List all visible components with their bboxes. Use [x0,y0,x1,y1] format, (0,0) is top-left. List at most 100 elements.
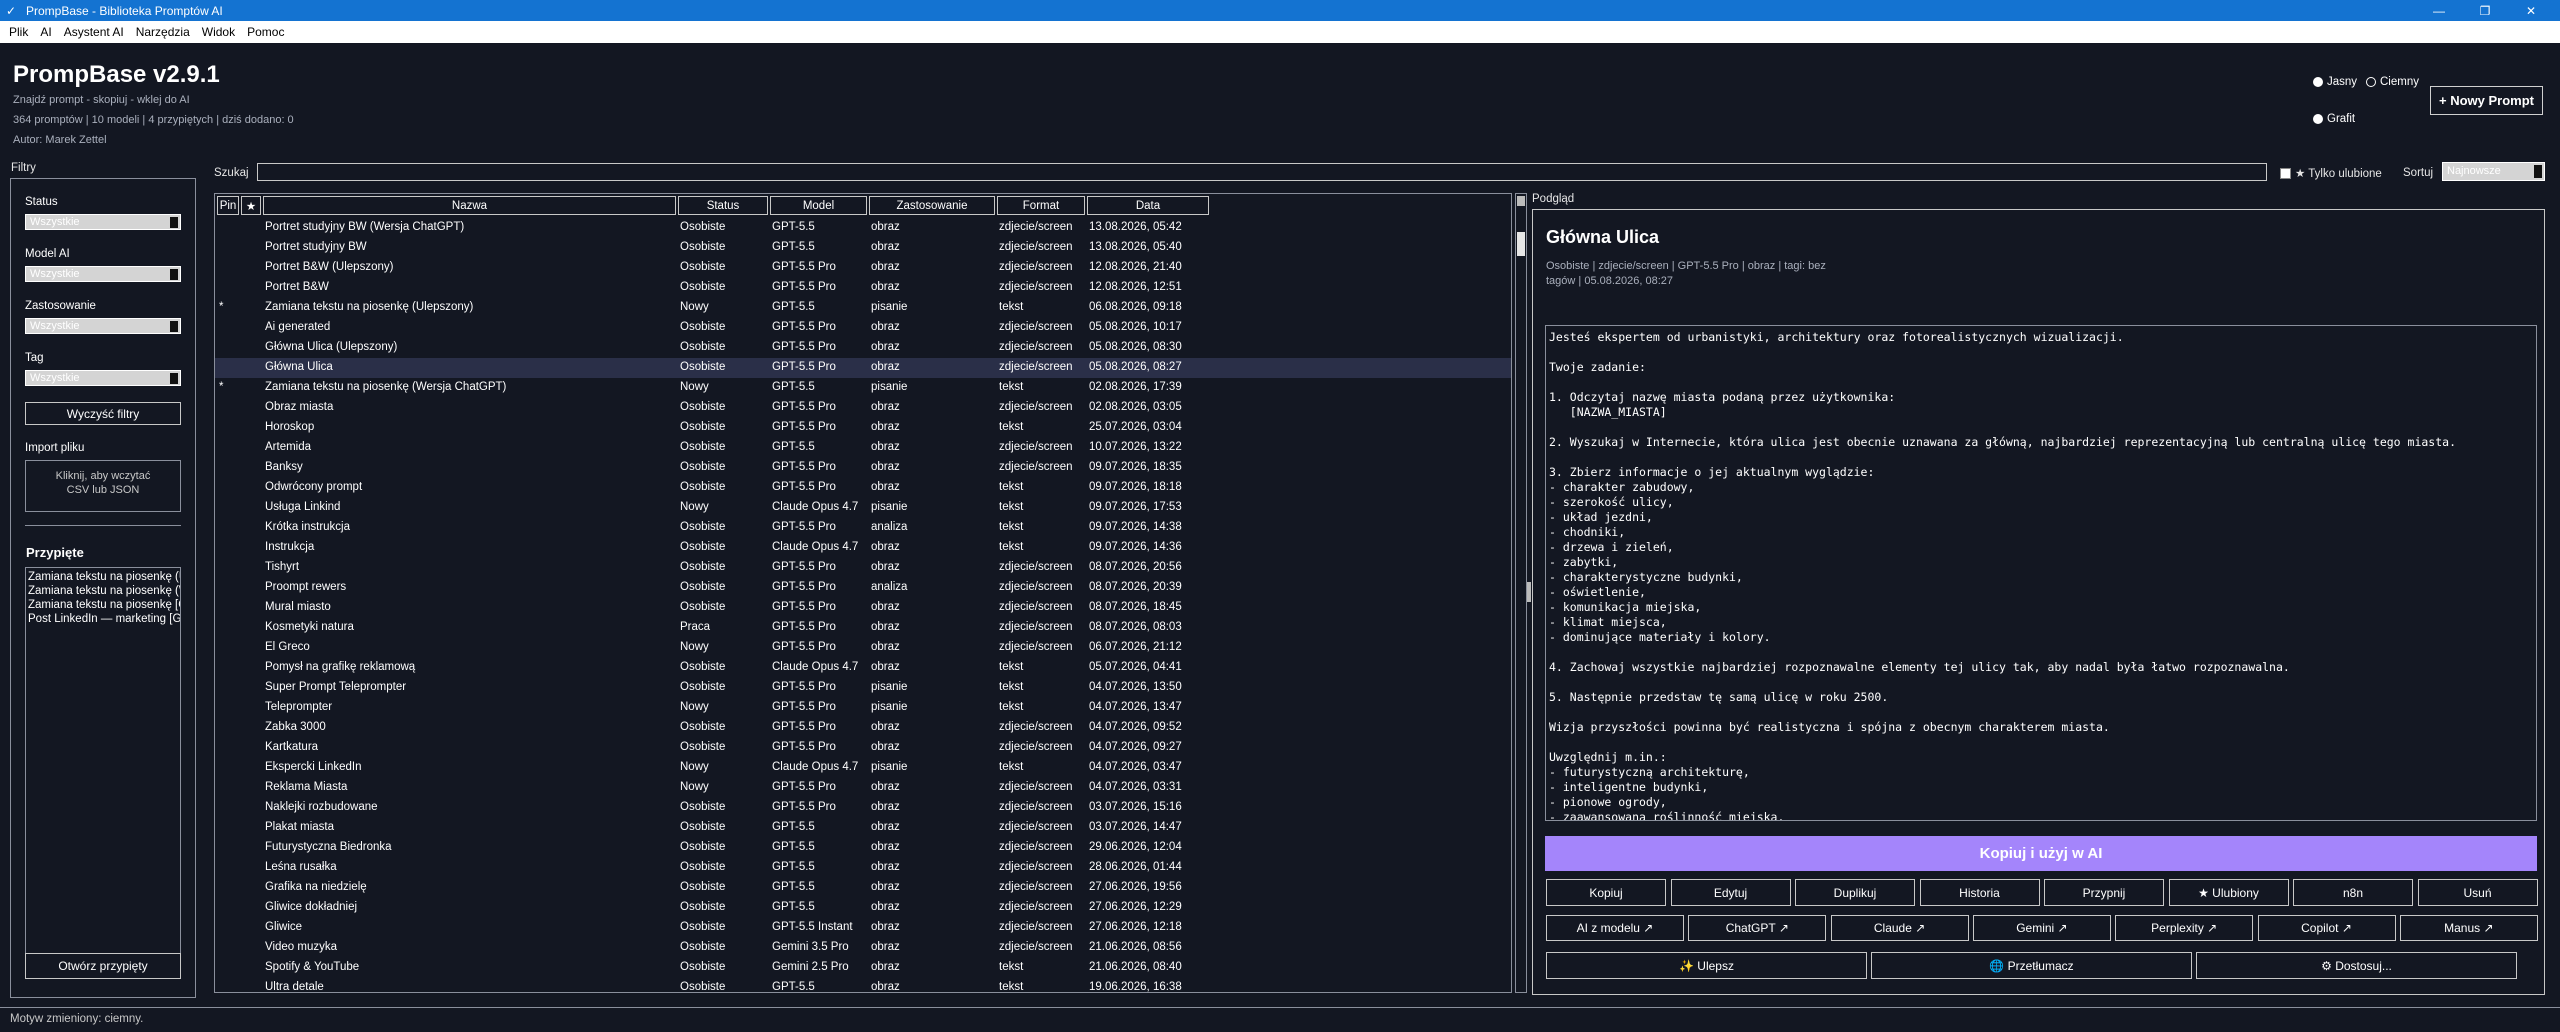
table-row[interactable]: Video muzyka Osobiste Gemini 3.5 Pro obraz z… [215,938,1511,958]
table-row[interactable]: Pomysł na grafikę reklamową Osobiste Claud… [215,658,1511,678]
table-row[interactable]: Portret studyjny BW Osobiste GPT-5.5 obraz z… [215,238,1511,258]
table-row[interactable]: Żabka 3000 Osobiste GPT-5.5 Pro obraz zdjeci… [215,718,1511,738]
table-row[interactable]: * Zamiana tekstu na piosenkę (Ulepszony) N… [215,298,1511,318]
table-row[interactable]: Portret B&W (Ulepszony) Osobiste GPT-5.5 P… [215,258,1511,278]
pane-splitter[interactable] [1527,582,1531,602]
ai-model-link-button[interactable]: AI z modelu ↗ [1546,915,1684,941]
col-favorite[interactable]: ★ [241,196,261,215]
scroll-up-arrow[interactable] [1517,196,1525,206]
menu-assistant[interactable]: Asystent AI [59,25,129,39]
table-row[interactable]: Horoskop Osobiste GPT-5.5 Pro obraz tekst 25.… [215,418,1511,438]
table-scrollbar[interactable] [1515,193,1527,993]
menu-tools[interactable]: Narzędzia [131,25,195,39]
menu-help[interactable]: Pomoc [242,25,289,39]
gemini-link-button[interactable]: Gemini ↗ [1972,915,2111,941]
menu-file[interactable]: Plik [4,25,33,39]
table-row[interactable]: * Zamiana tekstu na piosenkę (Wersja Chat… [215,378,1511,398]
pinned-item[interactable]: Zamiana tekstu na piosenkę [GPT-5.5] [26,598,180,612]
copilot-link-button[interactable]: Copilot ↗ [2257,915,2396,941]
search-input[interactable] [257,163,2267,181]
close-icon[interactable]: ✕ [2508,0,2554,21]
delete-button[interactable]: Usuń [2417,879,2538,906]
sort-select[interactable]: Najnowsze [2442,162,2545,181]
table-row[interactable]: Grafika na niedzielę Osobiste GPT-5.5 obraz… [215,878,1511,898]
customize-button[interactable]: ⚙ Dostosuj... [2196,952,2517,979]
perplexity-link-button[interactable]: Perplexity ↗ [2115,915,2254,941]
table-row[interactable]: Główna Ulica (Ulepszony) Osobiste GPT-5.5 … [215,338,1511,358]
table-row[interactable]: Główna Ulica Osobiste GPT-5.5 Pro obraz zdje… [215,358,1511,378]
use-filter-select[interactable]: Wszystkie [25,318,181,334]
col-name[interactable]: Nazwa [263,196,676,215]
favorite-button[interactable]: ★ Ulubiony [2168,879,2289,906]
table-row[interactable]: Tishyrt Osobiste GPT-5.5 Pro obraz zdjecie/s… [215,558,1511,578]
table-row[interactable]: Artemida Osobiste GPT-5.5 obraz zdjecie/scre… [215,438,1511,458]
scrollbar-thumb[interactable] [1517,232,1525,256]
table-row[interactable]: Mural miasto Osobiste GPT-5.5 Pro obraz zdje… [215,598,1511,618]
table-row[interactable]: Leśna rusałka Osobiste GPT-5.5 obraz zdjecie… [215,858,1511,878]
maximize-icon[interactable]: ❐ [2462,0,2508,21]
table-row[interactable]: Gliwice dokładniej Osobiste GPT-5.5 obraz zd… [215,898,1511,918]
table-row[interactable]: Ai generated Osobiste GPT-5.5 Pro obraz zdje… [215,318,1511,338]
table-row[interactable]: Ultra detale Osobiste GPT-5.5 obraz tekst 19.… [215,978,1511,992]
theme-light-radio[interactable]: Jasny [2313,76,2357,88]
improve-button[interactable]: ✨ Ulepsz [1546,952,1867,979]
cell-use: obraz [871,881,900,893]
theme-graphite-radio[interactable]: Grafit [2313,113,2355,125]
table-row[interactable]: Instrukcja Osobiste Claude Opus 4.7 obraz te… [215,538,1511,558]
import-dropzone[interactable]: Kliknij, aby wczytać CSV lub JSON [25,460,181,512]
col-date[interactable]: Data [1087,196,1209,215]
open-pinned-button[interactable]: Otwórz przypięty [25,953,181,979]
table-row[interactable]: Obraz miasta Osobiste GPT-5.5 Pro obraz zdje… [215,398,1511,418]
table-row[interactable]: Gliwice Osobiste GPT-5.5 Instant obraz zdjec… [215,918,1511,938]
theme-dark-radio[interactable]: Ciemny [2366,76,2419,88]
table-row[interactable]: Spotify & YouTube Osobiste Gemini 2.5 Pro o… [215,958,1511,978]
minimize-icon[interactable]: — [2416,0,2462,21]
menu-ai[interactable]: AI [35,25,56,39]
table-row[interactable]: El Greco Nowy GPT-5.5 Pro obraz zdjecie/scre… [215,638,1511,658]
col-use[interactable]: Zastosowanie [869,196,995,215]
table-row[interactable]: Proompt rewers Osobiste GPT-5.5 Pro analiza… [215,578,1511,598]
table-row[interactable]: Usługa Linkind Nowy Claude Opus 4.7 pisanie… [215,498,1511,518]
pinned-item[interactable]: Zamiana tekstu na piosenkę (Ulepszony) [26,570,180,584]
clear-filters-button[interactable]: Wyczyść filtry [25,402,181,425]
col-status[interactable]: Status [678,196,768,215]
translate-button[interactable]: 🌐 Przetłumacz [1871,952,2192,979]
favorites-only-checkbox[interactable]: ★ Tylko ulubione [2280,166,2382,180]
col-pin[interactable]: Pin [217,196,239,215]
table-row[interactable]: Ekspercki LinkedIn Nowy Claude Opus 4.7 pis… [215,758,1511,778]
claude-link-button[interactable]: Claude ↗ [1830,915,1969,941]
col-model[interactable]: Model [770,196,867,215]
model-filter-select[interactable]: Wszystkie [25,266,181,282]
manus-link-button[interactable]: Manus ↗ [2399,915,2538,941]
table-row[interactable]: Teleprompter Nowy GPT-5.5 Pro pisanie tekst 0… [215,698,1511,718]
table-row[interactable]: Krótka instrukcja Osobiste GPT-5.5 Pro anal… [215,518,1511,538]
copy-use-ai-button[interactable]: Kopiuj i użyj w AI [1545,836,2537,871]
pinned-item[interactable]: Zamiana tekstu na piosenkę (Wersja ChatG… [26,584,180,598]
table-row[interactable]: Reklama Miasta Nowy GPT-5.5 Pro obraz zdjeci… [215,778,1511,798]
history-button[interactable]: Historia [1919,879,2040,906]
pinned-item[interactable]: Post LinkedIn — marketing [GPT-5.5] [26,612,180,626]
table-row[interactable]: Kartkatura Osobiste GPT-5.5 Pro obraz zdjeci… [215,738,1511,758]
table-row[interactable]: Futurystyczna Biedronka Osobiste GPT-5.5 ob… [215,838,1511,858]
table-row[interactable]: Plakat miasta Osobiste GPT-5.5 obraz zdjecie… [215,818,1511,838]
pinned-list[interactable]: Zamiana tekstu na piosenkę (Ulepszony)Za… [25,567,181,955]
table-row[interactable]: Portret B&W Osobiste GPT-5.5 Pro obraz zdjec… [215,278,1511,298]
n8n-button[interactable]: n8n [2293,879,2413,906]
table-row[interactable]: Naklejki rozbudowane Osobiste GPT-5.5 Pro o… [215,798,1511,818]
new-prompt-button[interactable]: + Nowy Prompt [2430,86,2543,115]
table-row[interactable]: Portret studyjny BW (Wersja ChatGPT) Osob… [215,218,1511,238]
preview-text[interactable]: Jesteś ekspertem od urbanistyki, archite… [1545,325,2537,821]
table-row[interactable]: Odwrócony prompt Osobiste GPT-5.5 Pro obraz… [215,478,1511,498]
copy-button[interactable]: Kopiuj [1546,879,1666,906]
col-format[interactable]: Format [997,196,1085,215]
status-filter-select[interactable]: Wszystkie [25,214,181,230]
tag-filter-select[interactable]: Wszystkie [25,370,181,386]
edit-button[interactable]: Edytuj [1670,879,1791,906]
table-row[interactable]: Banksy Osobiste GPT-5.5 Pro obraz zdjecie/sc… [215,458,1511,478]
chatgpt-link-button[interactable]: ChatGPT ↗ [1688,915,1827,941]
table-row[interactable]: Kosmetyki natura Praca GPT-5.5 Pro obraz zdj… [215,618,1511,638]
table-row[interactable]: Super Prompt Teleprompter Osobiste GPT-5.5… [215,678,1511,698]
pin-button[interactable]: Przypnij [2044,879,2164,906]
menu-view[interactable]: Widok [197,25,240,39]
duplicate-button[interactable]: Duplikuj [1795,879,1915,906]
